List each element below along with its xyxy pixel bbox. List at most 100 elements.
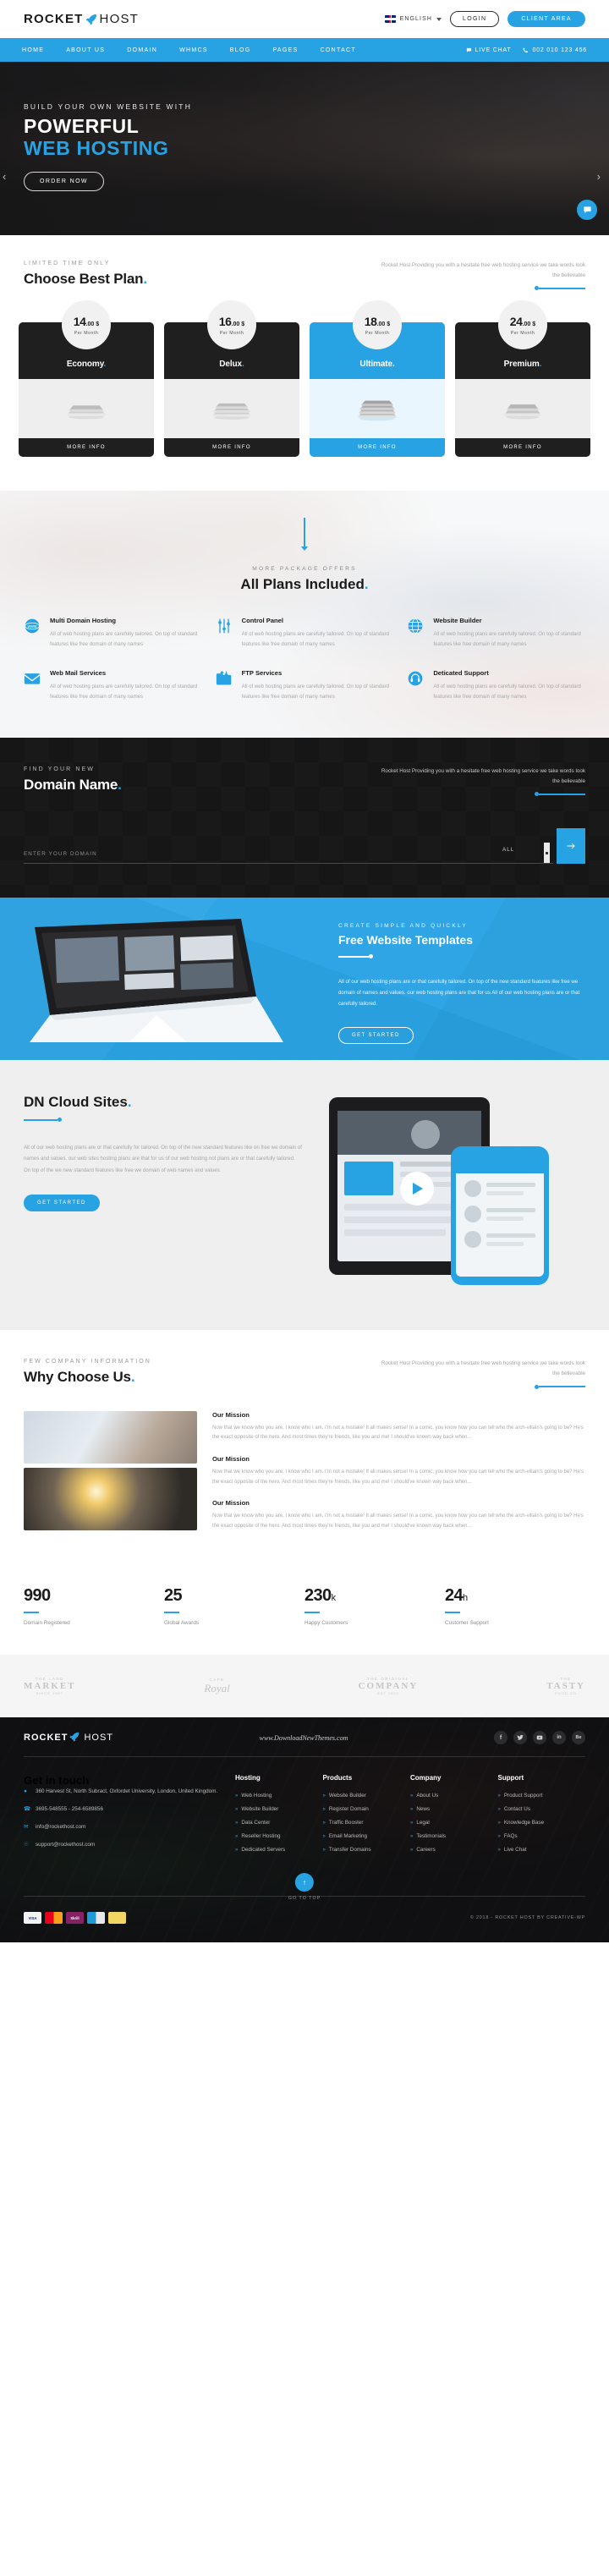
client-logos-section: THE LAND MARKET SINCE 1987 CAFE Royal TH… (0, 1655, 609, 1718)
chevron-down-icon (436, 17, 442, 21)
pricing-card-ultimate[interactable]: 18 .00 $ Per Month Ultimate. MORE INFO (310, 300, 445, 458)
dn-cloud-get-started-button[interactable]: GET STARTED (24, 1194, 100, 1211)
youtube-icon[interactable] (532, 1731, 546, 1745)
plan-more-info-button[interactable]: MORE INFO (164, 438, 299, 458)
footer-link[interactable]: Dedicated Servers (235, 1847, 323, 1853)
site-logo[interactable]: ROCKET HOST (24, 12, 139, 26)
footer-link[interactable]: FAQs (498, 1833, 586, 1839)
behance-icon[interactable]: Be (571, 1731, 585, 1745)
twitter-icon[interactable] (513, 1731, 527, 1745)
go-to-top-label: GO TO TOP (288, 1896, 321, 1902)
logo-bottom-text: FOOD CO (555, 1691, 577, 1696)
footer-link[interactable]: About Us (410, 1793, 498, 1799)
footer-phone-row[interactable]: ☎ 3695-548555 - 254-6589856 (24, 1804, 235, 1815)
domain-extension-select[interactable]: ALL (494, 843, 553, 865)
footer-logo-primary: ROCKET (24, 1733, 69, 1744)
footer-link[interactable]: Email Marketing (323, 1833, 411, 1839)
feature-web-mail-services: Web Mail Services All of web hosting pla… (24, 669, 202, 702)
facebook-icon[interactable]: f (493, 1731, 508, 1745)
footer-logo[interactable]: ROCKET HOST (24, 1731, 113, 1744)
phone-number[interactable]: 002 010 123 456 (523, 47, 587, 53)
plan-more-info-button[interactable]: MORE INFO (455, 438, 590, 458)
footer-link[interactable]: Transfer Domains (323, 1847, 411, 1853)
footer-link[interactable]: Reseller Hosting (235, 1833, 323, 1839)
pricing-card-premium[interactable]: 24 .00 $ Per Month Premium. MORE INFO (455, 300, 590, 458)
pricing-kicker: LIMITED TIME ONLY (24, 261, 111, 266)
footer-link[interactable]: Product Support (498, 1793, 586, 1799)
footer-link[interactable]: Register Domain (323, 1806, 411, 1812)
language-selector[interactable]: ENGLISH (384, 15, 442, 23)
why-description-block: Rocket Host Providing you with a hesitat… (374, 1359, 585, 1389)
pricing-description-block: Rocket Host Providing you with a hesitat… (374, 261, 585, 291)
live-chat-link[interactable]: LIVE CHAT (466, 47, 512, 53)
nav-links: HOME ABOUT US DOMAIN WHMCS BLOG PAGES CO… (22, 47, 356, 53)
price-period: Per Month (365, 330, 390, 336)
footer-link[interactable]: Web Hosting (235, 1793, 323, 1799)
phone-icon: ☎ (24, 1806, 31, 1813)
globe-icon: ☉ (24, 1842, 29, 1848)
live-chat-label: LIVE CHAT (475, 47, 512, 53)
server-icon (67, 405, 106, 420)
nav-item-blog[interactable]: BLOG (230, 47, 251, 53)
footer-link[interactable]: Contact Us (498, 1806, 586, 1812)
pricing-card-delux[interactable]: 16 .00 $ Per Month Delux. MORE INFO (164, 300, 299, 458)
nav-item-about-us[interactable]: ABOUT US (66, 47, 105, 53)
footer-link[interactable]: News (410, 1806, 498, 1812)
domain-header: FIND YOUR NEW Domain Name. Rocket Host P… (24, 766, 585, 797)
nav-item-pages[interactable]: PAGES (272, 47, 298, 53)
mission-list: Our Mission Now that we know who you are… (212, 1411, 585, 1544)
plan-more-info-button[interactable]: MORE INFO (310, 438, 445, 458)
client-area-button[interactable]: CLIENT AREA (508, 11, 585, 27)
phone-label: 002 010 123 456 (532, 47, 587, 53)
footer-link[interactable]: Knowledge Base (498, 1820, 586, 1826)
pricing-plans: 14 .00 $ Per Month Economy. MORE INFO 16… (0, 290, 609, 458)
included-title: All Plans Included. (240, 576, 369, 593)
chat-bubble-icon[interactable] (577, 200, 597, 220)
footer-link[interactable]: Testimonials (410, 1833, 498, 1839)
footer-link[interactable]: Website Builder (235, 1806, 323, 1812)
stat-suffix: k (331, 1592, 336, 1603)
ftp-folder-icon (216, 669, 234, 702)
carousel-next-icon[interactable]: › (597, 170, 601, 183)
order-now-button[interactable]: ORDER NOW (24, 171, 104, 191)
go-to-top-button[interactable]: ↑ GO TO TOP (288, 1873, 321, 1901)
footer-link[interactable]: Website Builder (323, 1793, 411, 1799)
footer-site-url[interactable]: www.DownloadNewThemes.com (260, 1734, 348, 1742)
pricing-card-economy[interactable]: 14 .00 $ Per Month Economy. MORE INFO (19, 300, 154, 458)
nav-item-contact[interactable]: CONTACT (321, 47, 356, 53)
plan-more-info-button[interactable]: MORE INFO (19, 438, 154, 458)
templates-get-started-button[interactable]: GET STARTED (338, 1026, 414, 1044)
nav-item-whmcs[interactable]: WHMCS (179, 47, 208, 53)
login-button[interactable]: LOGIN (450, 11, 500, 27)
price-badge: 14 .00 $ Per Month (62, 300, 111, 350)
footer-column-company: Company About Us News Legal Testimonials… (410, 1774, 498, 1860)
footer-link[interactable]: Legal (410, 1820, 498, 1826)
stat-underline (304, 1611, 320, 1614)
footer-columns: Get in touch ● 360 Harvest St, North Sub… (0, 1757, 609, 1869)
mission-item: Our Mission Now that we know who you are… (212, 1499, 585, 1531)
footer-link[interactable]: Careers (410, 1847, 498, 1853)
mission-title: Our Mission (212, 1454, 250, 1463)
footer-link[interactable]: Live Chat (498, 1847, 586, 1853)
footer-link[interactable]: Data Center (235, 1820, 323, 1826)
domain-search-input[interactable] (24, 851, 494, 865)
footer-column-heading: Hosting (235, 1774, 261, 1782)
nav-item-home[interactable]: HOME (22, 47, 44, 53)
plan-name-text: Delux (219, 360, 243, 370)
payment-cards: VISA Skrill (24, 1912, 126, 1925)
feature-ftp-services: FTP Services All of web hosting plans ar… (216, 669, 394, 702)
stat-number: 25 (164, 1586, 304, 1606)
footer-address-row: ● 360 Harvest St, North Subract, Oxforde… (24, 1787, 235, 1797)
footer-support-email-row[interactable]: ☉ support@rockethost.com (24, 1840, 235, 1850)
footer-link[interactable]: Traffic Booster (323, 1820, 411, 1826)
why-description: Rocket Host Providing you with a hesitat… (381, 1360, 585, 1376)
carousel-prev-icon[interactable]: ‹ (3, 170, 6, 183)
domain-search-button[interactable] (557, 828, 585, 865)
title-dot: . (143, 271, 147, 287)
linkedin-icon[interactable]: in (551, 1731, 566, 1745)
nav-item-domain[interactable]: DOMAIN (127, 47, 157, 53)
logo-text-secondary: HOST (99, 12, 140, 26)
footer-email-row[interactable]: ✉ info@rockethost.com (24, 1822, 235, 1832)
price-period: Per Month (219, 330, 244, 336)
feature-multi-domain-hosting: www Multi Domain Hosting All of web host… (24, 617, 202, 650)
